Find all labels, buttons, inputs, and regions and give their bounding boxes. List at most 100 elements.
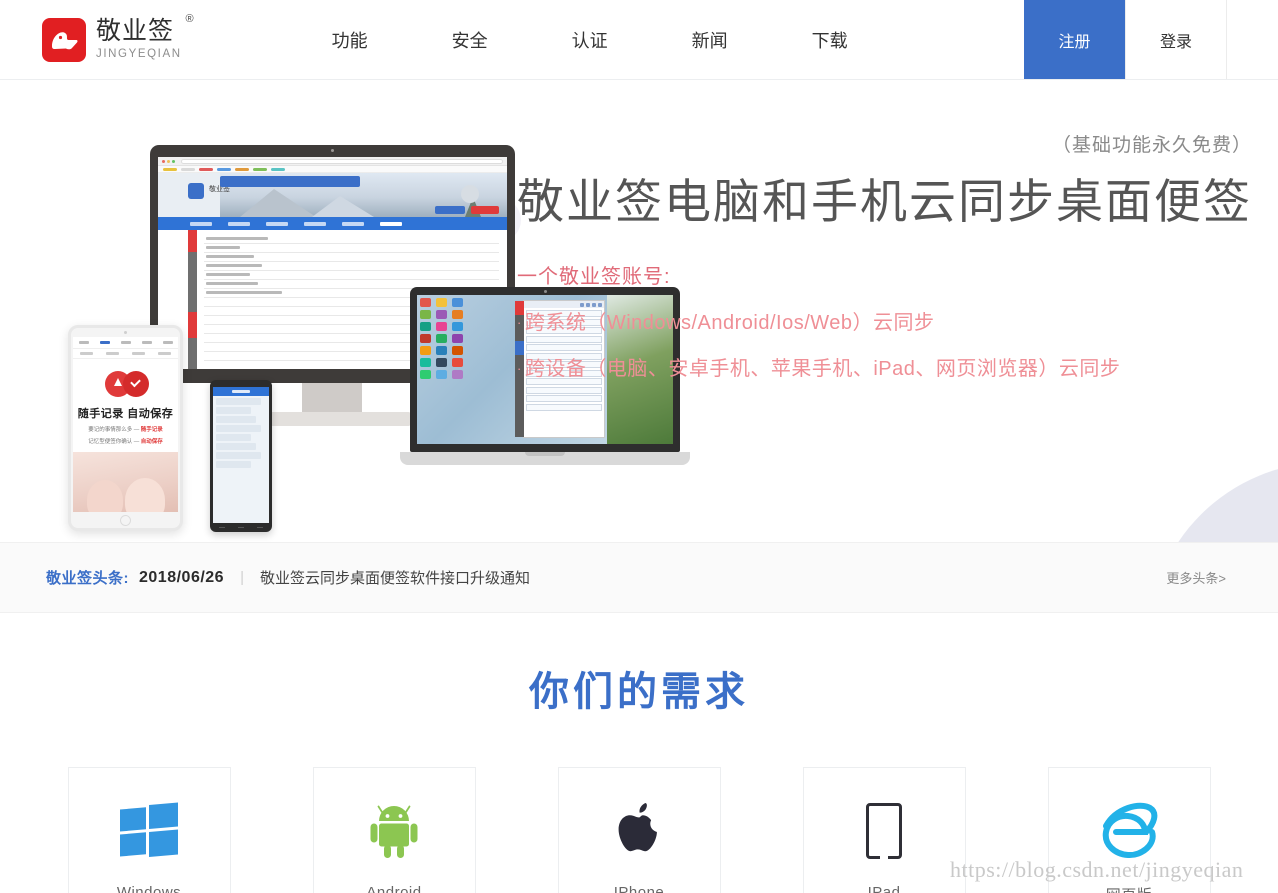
- phone-app-header: [213, 387, 269, 396]
- phone-note-row: [216, 398, 261, 405]
- nav-item-certification[interactable]: 认证: [530, 27, 650, 53]
- desktop-icon: [436, 346, 447, 355]
- bookmark-icon: [181, 167, 195, 171]
- desktop-icon: [420, 346, 431, 355]
- phone-screen: [213, 387, 269, 529]
- desktop-icon: [452, 322, 463, 331]
- desktop-icon: [420, 310, 431, 319]
- platform-card-label: Windows: [116, 884, 182, 893]
- phone-note-row: [216, 443, 257, 450]
- bookmark-icon: [199, 167, 213, 171]
- tablet-nav-item: [141, 341, 152, 344]
- laptop-notch: [525, 452, 565, 456]
- tablet-home-button: [120, 515, 131, 526]
- note-line: [204, 262, 499, 271]
- bookmark-icon: [235, 167, 249, 171]
- phone-note-row: [216, 461, 251, 468]
- note-row: [526, 403, 602, 411]
- header-right-edge: [1226, 0, 1278, 79]
- note-line: [204, 235, 499, 244]
- tablet-promo-title: 随手记录 自动保存: [77, 408, 174, 420]
- app-tab: [190, 221, 212, 226]
- note-line: [204, 244, 499, 253]
- logo-title-en: JINGYEQIAN: [96, 47, 182, 60]
- app-logo-icon: [188, 183, 204, 199]
- desktop-icon: [452, 310, 463, 319]
- header-spacer: [890, 0, 1024, 79]
- tablet-nav-item-active: [99, 341, 110, 344]
- ipad-icon: [866, 800, 902, 862]
- bullet-icon: ·: [517, 315, 522, 330]
- tablet-nav-item: [162, 341, 173, 344]
- decorative-circle-large: [1148, 462, 1278, 542]
- desktop-icon: [420, 298, 431, 307]
- internet-explorer-icon: [1098, 800, 1160, 862]
- news-headline-link[interactable]: 敬业签云同步桌面便签软件接口升级通知: [260, 567, 530, 588]
- tablet-subnav-item: [79, 352, 93, 355]
- bookmark-icon: [163, 167, 177, 171]
- platform-card-windows[interactable]: Windows: [67, 767, 231, 893]
- desktop-icon: [436, 322, 447, 331]
- hero-list-item-cross-device: · 跨设备（电脑、安卓手机、苹果手机、iPad、网页浏览器）云同步: [517, 358, 1121, 380]
- logo-text: 敬业签 ® JINGYEQIAN: [96, 13, 194, 61]
- app-sidebar: [188, 230, 197, 369]
- nav-item-security[interactable]: 安全: [410, 27, 530, 53]
- app-tab: [304, 221, 326, 226]
- browser-min-dot: [167, 159, 170, 163]
- registered-mark: ®: [185, 12, 195, 25]
- platform-card-list: Windows Android IPhone IPad: [0, 767, 1278, 893]
- desktop-icon: [452, 298, 463, 307]
- browser-max-dot: [172, 159, 175, 163]
- hero-list-heading: 一个敬业签账号:: [517, 266, 671, 288]
- desktop-icon: [436, 334, 447, 343]
- tablet-nav: [73, 337, 178, 349]
- jingyeqian-logo-icon: [42, 17, 86, 62]
- site-header: 敬业签 ® JINGYEQIAN 功能 安全 认证 新闻 下载 注册 登录: [0, 0, 1278, 80]
- news-date: 2018/06/26: [139, 568, 225, 586]
- main-nav: 功能 安全 认证 新闻 下载: [290, 0, 890, 79]
- hero-free-note: （基础功能永久免费）: [1051, 135, 1252, 156]
- bookmark-icon: [271, 167, 285, 171]
- phone-mockup: [210, 380, 272, 532]
- app-avatar: [461, 185, 479, 203]
- register-button[interactable]: 注册: [1024, 0, 1125, 79]
- hero-section: 敬业签 随手记录 自动保存 要记的事情那么多 — 随手记录 记忆型便签你确认 —…: [0, 80, 1278, 542]
- app-banner: 敬业签: [158, 173, 507, 217]
- tablet-promo-line-1: 要记的事情那么多 — 随手记录: [88, 427, 163, 433]
- tablet-subnav: [73, 349, 178, 359]
- app-secondary-button: [471, 206, 499, 214]
- site-logo[interactable]: 敬业签 ® JINGYEQIAN: [42, 0, 194, 79]
- desktop-icon: [452, 370, 463, 379]
- phone-note-row: [216, 407, 251, 414]
- browser-close-dot: [162, 159, 165, 163]
- news-more-link[interactable]: 更多头条>: [1166, 568, 1226, 587]
- nav-item-news[interactable]: 新闻: [650, 27, 770, 53]
- app-tab: [266, 221, 288, 226]
- nav-item-features[interactable]: 功能: [290, 27, 410, 53]
- monitor-base: [254, 412, 412, 426]
- browser-toolbar: [158, 157, 507, 166]
- hero-list-item-cross-system: · 跨系统（Windows/Android/Ios/Web）云同步: [517, 312, 935, 334]
- platform-card-label: IPhone: [613, 884, 665, 893]
- tablet-subnav-item: [158, 352, 172, 355]
- app-search-bar: [220, 176, 360, 187]
- bullet-icon: ·: [517, 361, 522, 376]
- tablet-nav-item: [78, 341, 89, 344]
- login-button[interactable]: 登录: [1125, 0, 1226, 79]
- bookmark-icon: [253, 167, 267, 171]
- platform-card-label: 网页版: [1106, 884, 1153, 893]
- desktop-icon: [436, 370, 447, 379]
- tablet-promo: 随手记录 自动保存 要记的事情那么多 — 随手记录 记忆型便签你确认 — 自动保…: [73, 359, 178, 445]
- desktop-icon: [420, 358, 431, 367]
- hero-title: 敬业签电脑和手机云同步桌面便签: [517, 175, 1252, 228]
- nav-item-download[interactable]: 下载: [770, 27, 890, 53]
- platform-card-ipad[interactable]: IPad: [802, 767, 966, 893]
- mountain-shape: [240, 189, 316, 217]
- tablet-promo-line-2: 记忆型便签你确认 — 自动保存: [88, 439, 163, 445]
- platform-card-android[interactable]: Android: [312, 767, 476, 893]
- tablet-nav-item: [120, 341, 131, 344]
- platform-card-web[interactable]: 网页版: [1047, 767, 1211, 893]
- desktop-icon: [436, 310, 447, 319]
- platform-card-iphone[interactable]: IPhone: [557, 767, 721, 893]
- app-tab: [342, 221, 364, 226]
